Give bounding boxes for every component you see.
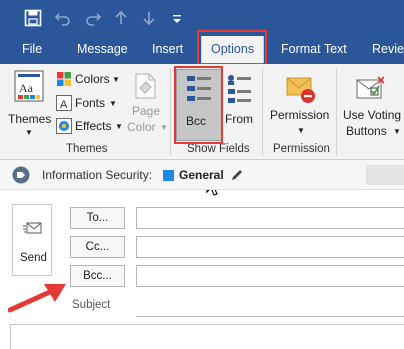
page-color-icon	[135, 73, 156, 99]
chevron-down-icon: ▼	[297, 126, 305, 135]
message-body[interactable]	[10, 324, 404, 349]
red-arrow-icon	[8, 284, 66, 313]
permission-envelope-icon	[286, 77, 315, 103]
colors-label: Colors	[75, 72, 110, 86]
effects-button[interactable]: Effects ▼	[56, 117, 123, 137]
save-icon[interactable]	[24, 9, 42, 27]
permission-button[interactable]: Permission ▼	[266, 68, 336, 140]
edit-pencil-icon[interactable]	[230, 168, 244, 182]
customize-dropdown-icon[interactable]	[168, 9, 186, 27]
tab-review[interactable]: Review	[372, 42, 404, 56]
to-field[interactable]	[136, 207, 404, 229]
voting-label-1: Use Voting	[343, 108, 402, 122]
svg-text:Aa: Aa	[19, 81, 34, 95]
page-color-label-2: Color	[127, 120, 156, 134]
effects-icon	[56, 118, 72, 134]
svg-text:A: A	[60, 99, 68, 111]
tab-format-text[interactable]: Format Text	[281, 42, 347, 56]
bcc-field-button[interactable]: Bcc...	[70, 265, 125, 287]
chevron-down-icon: ▼	[160, 123, 168, 132]
group-separator	[170, 68, 171, 156]
tab-insert[interactable]: Insert	[152, 42, 183, 56]
group-separator	[336, 68, 337, 156]
redo-icon[interactable]	[84, 9, 102, 27]
fonts-button[interactable]: A Fonts ▼	[56, 94, 120, 114]
colors-icon	[57, 72, 71, 86]
fonts-label: Fonts	[75, 96, 106, 110]
send-icon	[23, 222, 42, 234]
classification-color-swatch	[163, 170, 174, 181]
use-voting-buttons-button[interactable]: Use Voting Buttons ▼	[340, 68, 404, 140]
up-arrow-icon[interactable]	[112, 9, 130, 27]
information-security-label: Information Security:	[42, 168, 153, 182]
from-label: From	[225, 112, 253, 126]
voting-icon	[356, 76, 385, 99]
chevron-down-icon: ▼	[109, 99, 117, 108]
options-tab-highlight	[197, 30, 267, 65]
show-fields-group-label: Show Fields	[187, 143, 250, 155]
permission-button-label: Permission	[270, 108, 330, 122]
themes-group-label: Themes	[66, 143, 108, 155]
tab-message[interactable]: Message	[77, 42, 128, 56]
cc-field[interactable]	[136, 236, 404, 258]
permission-group-label: Permission	[273, 143, 330, 155]
tab-file[interactable]: File	[22, 42, 42, 56]
bcc-field[interactable]	[136, 265, 404, 287]
info-tag-icon	[12, 166, 30, 184]
send-button[interactable]: Send	[12, 204, 52, 276]
info-bar-action-area	[366, 165, 404, 185]
group-separator	[262, 68, 263, 156]
chevron-down-icon: ▼	[393, 127, 401, 136]
information-security-bar: Information Security: General	[0, 160, 404, 190]
from-button[interactable]: From	[222, 68, 258, 140]
colors-button[interactable]: Colors ▼	[56, 70, 120, 90]
undo-icon[interactable]	[54, 9, 72, 27]
cc-button[interactable]: Cc...	[70, 236, 125, 258]
voting-label-2: Buttons	[346, 124, 387, 138]
fonts-icon: A	[56, 95, 72, 111]
to-button[interactable]: To...	[70, 207, 125, 229]
from-field-icon	[228, 75, 251, 103]
send-label: Send	[20, 252, 47, 264]
down-arrow-icon[interactable]	[140, 9, 158, 27]
effects-label: Effects	[75, 119, 112, 133]
page-color-label-1: Page	[132, 104, 161, 118]
subject-label: Subject	[72, 299, 111, 311]
chevron-down-icon: ▼	[112, 75, 120, 84]
themes-button[interactable]: Aa Themes ▼	[4, 68, 54, 140]
bcc-button-highlight	[174, 66, 223, 144]
subject-field[interactable]	[136, 295, 404, 317]
themes-label: Themes	[8, 112, 52, 126]
classification-value[interactable]: General	[179, 168, 224, 182]
chevron-down-icon: ▼	[25, 128, 33, 137]
page-color-button[interactable]: Page Color ▼	[122, 68, 168, 140]
themes-icon: Aa	[14, 70, 44, 102]
